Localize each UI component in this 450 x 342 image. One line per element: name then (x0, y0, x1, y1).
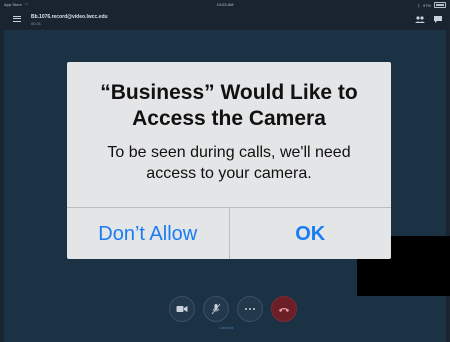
hamburger-icon[interactable] (13, 16, 21, 22)
status-right: ᛒ 97% (418, 2, 446, 8)
header-actions (414, 15, 444, 24)
call-controls (169, 296, 297, 322)
mute-button[interactable] (203, 296, 229, 322)
dialog-message: To be seen during calls, we'll need acce… (67, 142, 391, 184)
battery-icon (434, 2, 446, 8)
mic-off-icon (211, 303, 221, 315)
bluetooth-icon: ᛒ (417, 2, 420, 8)
camera-button[interactable] (169, 296, 195, 322)
more-icon (245, 308, 255, 310)
phone-hangup-icon (279, 307, 289, 312)
dialog-title-line2: Access the Camera (132, 107, 326, 130)
hangup-button[interactable] (271, 296, 297, 322)
dialog-actions: Don’t Allow OK (67, 207, 391, 259)
call-duration: 00:21 (31, 21, 42, 26)
dialog-title: “Business” Would Like to Access the Came… (67, 80, 391, 132)
participants-icon[interactable] (414, 15, 426, 24)
battery-percent: 97% (422, 2, 431, 8)
more-button[interactable] (237, 296, 263, 322)
dont-allow-button[interactable]: Don’t Allow (67, 208, 229, 259)
chat-icon[interactable] (432, 15, 444, 24)
dialog-message-line2: access to your camera. (146, 165, 312, 182)
call-header: Bb.1076.record@video.lwcc.edu 00:21 (0, 10, 450, 30)
dialog-message-line1: To be seen during calls, we'll need (107, 144, 351, 161)
control-caption: Camera (219, 325, 234, 330)
screen: App Store ◠ 10:03 AM ᛒ 97% Bb.1076.recor… (0, 0, 450, 342)
call-title: Bb.1076.record@video.lwcc.edu (31, 14, 108, 20)
camera-permission-dialog: “Business” Would Like to Access the Came… (67, 62, 391, 259)
ok-button[interactable]: OK (228, 208, 392, 259)
dialog-title-line1: “Business” Would Like to (100, 81, 358, 104)
status-bar: App Store ◠ 10:03 AM ᛒ 97% (0, 0, 450, 10)
status-time: 10:03 AM (216, 2, 234, 7)
camera-icon (176, 306, 188, 312)
